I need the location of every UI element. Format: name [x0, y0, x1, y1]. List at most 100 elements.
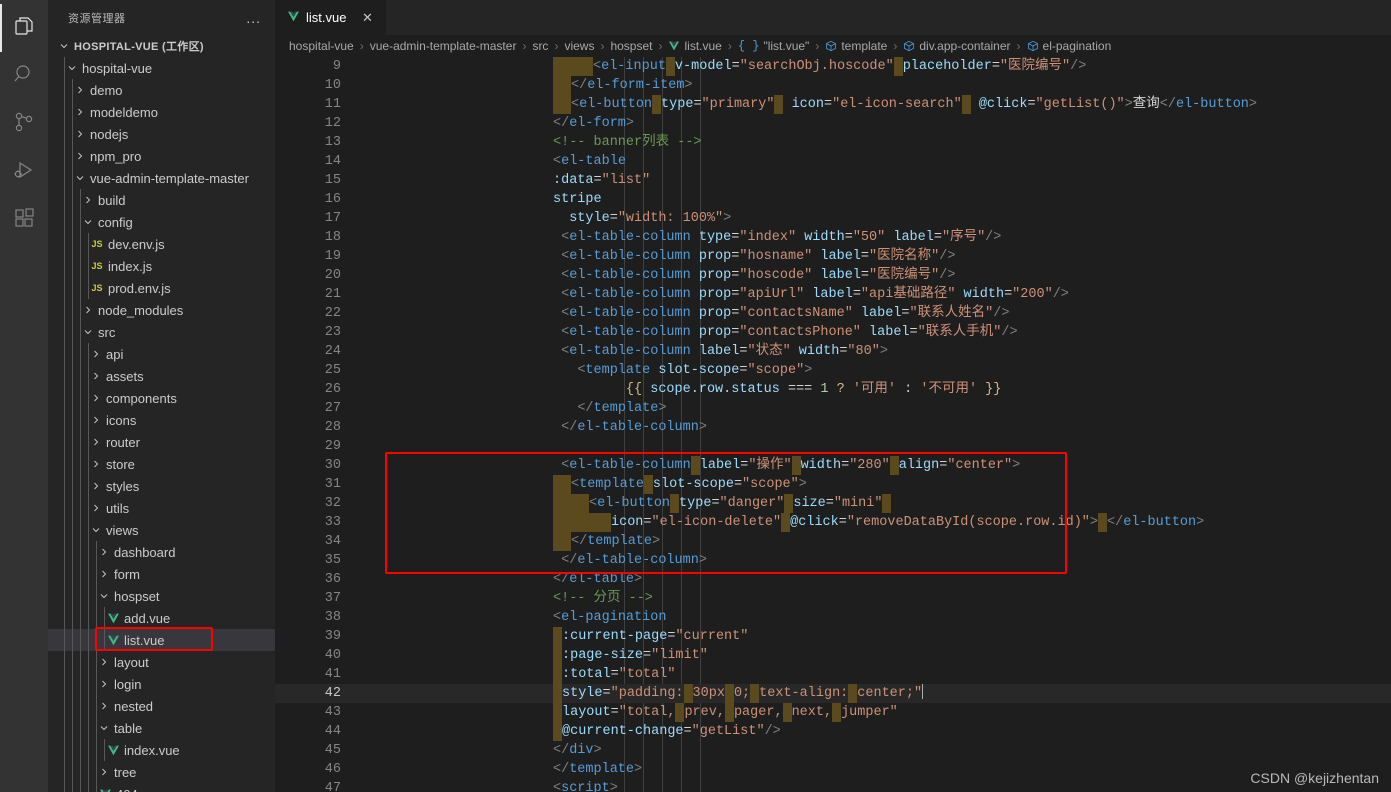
tree-item-modeldemo[interactable]: modeldemo — [48, 101, 275, 123]
activity-search[interactable] — [0, 52, 48, 100]
code-line-28[interactable]: 28 </el-table-column> — [275, 418, 1391, 437]
code-line-18[interactable]: 18 <el-table-column type="index" width="… — [275, 228, 1391, 247]
code-line-9[interactable]: 9 <el-input v-model="searchObj.hoscode" … — [275, 57, 1391, 76]
tree-item-styles[interactable]: styles — [48, 475, 275, 497]
tree-item-api[interactable]: api — [48, 343, 275, 365]
tree-item-node_modules[interactable]: node_modules — [48, 299, 275, 321]
breadcrumb-item-hospital-vue[interactable]: hospital-vue — [289, 39, 354, 53]
code-line-15[interactable]: 15:data="list" — [275, 171, 1391, 190]
tree-item-dev.env.js[interactable]: JS dev.env.js — [48, 233, 275, 255]
tree-item-config[interactable]: config — [48, 211, 275, 233]
tree-item-build[interactable]: build — [48, 189, 275, 211]
code-line-37[interactable]: 37 <!-- 分页 --> — [275, 589, 1391, 608]
tree-item-utils[interactable]: utils — [48, 497, 275, 519]
code-line-25[interactable]: 25 <template slot-scope="scope"> — [275, 361, 1391, 380]
activity-extensions[interactable] — [0, 196, 48, 244]
code-line-45[interactable]: 45 </div> — [275, 741, 1391, 760]
code-line-31[interactable]: 31 <template slot-scope="scope"> — [275, 475, 1391, 494]
code-line-33[interactable]: 33 icon="el-icon-delete" @click="removeD… — [275, 513, 1391, 532]
code-line-19[interactable]: 19 <el-table-column prop="hosname" label… — [275, 247, 1391, 266]
explorer-more-actions-icon[interactable]: ... — [238, 10, 269, 26]
activity-run-debug[interactable] — [0, 148, 48, 196]
code-line-20[interactable]: 20 <el-table-column prop="hoscode" label… — [275, 266, 1391, 285]
code-line-47[interactable]: 47 <script> — [275, 779, 1391, 792]
tree-item-icons[interactable]: icons — [48, 409, 275, 431]
breadcrumb-item-el-pagination[interactable]: el-pagination — [1027, 39, 1111, 53]
tree-item-npm_pro[interactable]: npm_pro — [48, 145, 275, 167]
tree-item-index.vue[interactable]: index.vue — [48, 739, 275, 761]
code-line-35[interactable]: 35 </el-table-column> — [275, 551, 1391, 570]
tree-item-list.vue[interactable]: list.vue — [48, 629, 275, 651]
tree-item-src[interactable]: src — [48, 321, 275, 343]
code-line-27[interactable]: 27 </template> — [275, 399, 1391, 418]
code-line-41[interactable]: 41 :total="total" — [275, 665, 1391, 684]
tree-item-dashboard[interactable]: dashboard — [48, 541, 275, 563]
code-line-38[interactable]: 38 <el-pagination — [275, 608, 1391, 627]
tree-item-nodejs[interactable]: nodejs — [48, 123, 275, 145]
tree-item-layout[interactable]: layout — [48, 651, 275, 673]
code-line-44[interactable]: 44 @current-change="getList"/> — [275, 722, 1391, 741]
breadcrumb-item-div.app-container[interactable]: div.app-container — [903, 39, 1011, 53]
tree-item-index.js[interactable]: JS index.js — [48, 255, 275, 277]
code-line-11[interactable]: 11 <el-button type="primary" icon="el-ic… — [275, 95, 1391, 114]
tree-item-label: src — [98, 324, 116, 340]
code-line-32[interactable]: 32 <el-button type="danger" size="mini" — [275, 494, 1391, 513]
breadcrumb-item-list.vue[interactable]: list.vue — [668, 39, 722, 53]
tree-item-views[interactable]: views — [48, 519, 275, 541]
tree-item-store[interactable]: store — [48, 453, 275, 475]
breadcrumb-separator: › — [815, 39, 820, 53]
tree-item-nested[interactable]: nested — [48, 695, 275, 717]
tree-item-components[interactable]: components — [48, 387, 275, 409]
code-line-26[interactable]: 26 {{ scope.row.status === 1 ? '可用' : '不… — [275, 380, 1391, 399]
code-line-36[interactable]: 36 </el-table> — [275, 570, 1391, 589]
code-line-43[interactable]: 43 layout="total, prev, pager, next, jum… — [275, 703, 1391, 722]
tree-item-tree[interactable]: tree — [48, 761, 275, 783]
breadcrumb-item--list.vue-[interactable]: { } "list.vue" — [738, 39, 809, 53]
code-line-46[interactable]: 46 </template> — [275, 760, 1391, 779]
code-line-21[interactable]: 21 <el-table-column prop="apiUrl" label=… — [275, 285, 1391, 304]
code-line-16[interactable]: 16 stripe — [275, 190, 1391, 209]
close-icon[interactable]: ✕ — [358, 9, 376, 27]
activity-source-control[interactable] — [0, 100, 48, 148]
code-line-30[interactable]: 30 <el-table-column label="操作" width="28… — [275, 456, 1391, 475]
tree-item-login[interactable]: login — [48, 673, 275, 695]
tree-item-form[interactable]: form — [48, 563, 275, 585]
tree-item-prod.env.js[interactable]: JS prod.env.js — [48, 277, 275, 299]
chevron-down-icon — [88, 524, 104, 536]
breadcrumb-item-src[interactable]: src — [532, 39, 548, 53]
line-number: 16 — [324, 192, 341, 207]
tree-item-demo[interactable]: demo — [48, 79, 275, 101]
tree-item-hospset[interactable]: hospset — [48, 585, 275, 607]
line-number: 42 — [324, 686, 341, 701]
tree-item-label: 404.vue — [116, 787, 162, 792]
tree-item-table[interactable]: table — [48, 717, 275, 739]
code-line-23[interactable]: 23 <el-table-column prop="contactsPhone"… — [275, 323, 1391, 342]
code-editor[interactable]: 9 <el-input v-model="searchObj.hoscode" … — [275, 57, 1391, 792]
activity-explorer[interactable] — [0, 4, 48, 52]
breadcrumb-item-vue-admin-template-master[interactable]: vue-admin-template-master — [370, 39, 517, 53]
code-line-10[interactable]: 10 </el-form-item> — [275, 76, 1391, 95]
tab-list-vue[interactable]: list.vue ✕ — [275, 0, 388, 35]
code-line-17[interactable]: 17 style="width: 100%"> — [275, 209, 1391, 228]
tree-item-404.vue[interactable]: 404.vue — [48, 783, 275, 792]
breadcrumb-item-template[interactable]: template — [825, 39, 887, 53]
chevron-down-icon — [56, 40, 72, 52]
code-line-24[interactable]: 24 <el-table-column label="状态" width="80… — [275, 342, 1391, 361]
code-line-29[interactable]: 29 — [275, 437, 1391, 456]
code-line-34[interactable]: 34 </template> — [275, 532, 1391, 551]
tree-item-router[interactable]: router — [48, 431, 275, 453]
code-line-13[interactable]: 13 <!-- banner列表 --> — [275, 133, 1391, 152]
tree-item-vue-admin-template-master[interactable]: vue-admin-template-master — [48, 167, 275, 189]
code-line-39[interactable]: 39 :current-page="current" — [275, 627, 1391, 646]
code-line-14[interactable]: 14 <el-table — [275, 152, 1391, 171]
tree-item-hospital-vue------[interactable]: HOSPITAL-VUE (工作区) — [48, 35, 275, 57]
code-line-42[interactable]: 42 style="padding: 30px 0; text-align: c… — [275, 684, 1391, 703]
tree-item-assets[interactable]: assets — [48, 365, 275, 387]
tree-item-hospital-vue[interactable]: hospital-vue — [48, 57, 275, 79]
breadcrumb-item-hospset[interactable]: hospset — [610, 39, 652, 53]
breadcrumb-item-views[interactable]: views — [564, 39, 594, 53]
code-line-12[interactable]: 12 </el-form> — [275, 114, 1391, 133]
tree-item-add.vue[interactable]: add.vue — [48, 607, 275, 629]
code-line-22[interactable]: 22 <el-table-column prop="contactsName" … — [275, 304, 1391, 323]
code-line-40[interactable]: 40 :page-size="limit" — [275, 646, 1391, 665]
